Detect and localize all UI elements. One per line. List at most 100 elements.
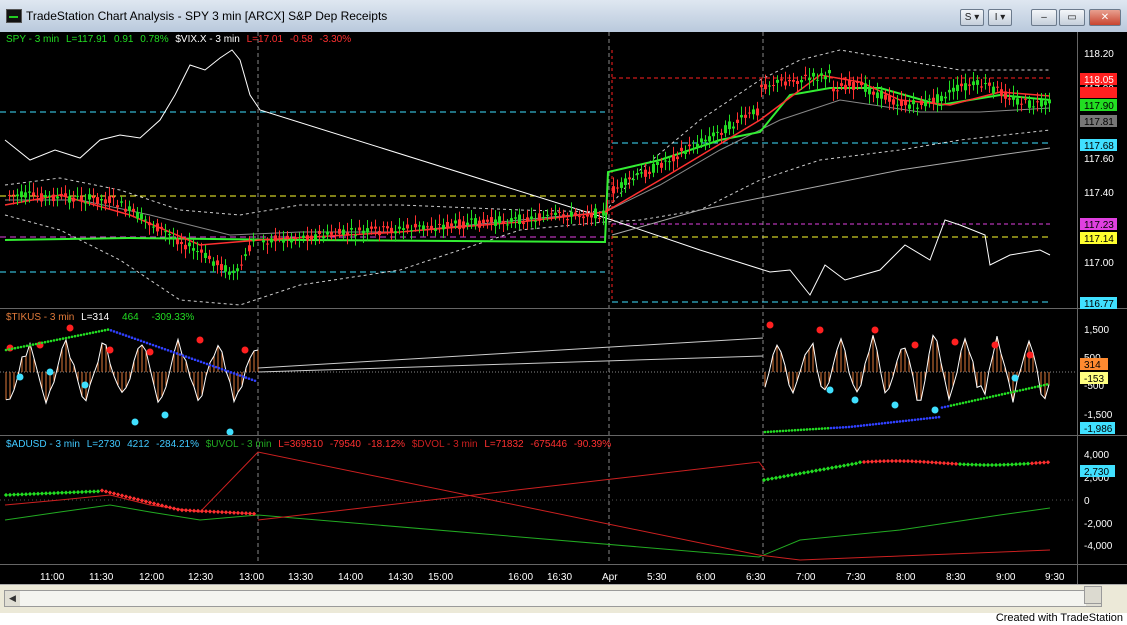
tick-ma-dot	[94, 330, 98, 334]
tick-ma-dot	[976, 398, 980, 401]
tick-ma-dot	[772, 430, 776, 433]
candle-body	[442, 224, 445, 230]
tick-ma-dot	[1033, 385, 1037, 389]
candle-body	[414, 223, 417, 228]
price-tag: 117.90	[1080, 99, 1117, 112]
candle-body	[410, 230, 413, 232]
tick-ma-dot	[883, 421, 887, 425]
tick-high-dot	[241, 346, 249, 354]
candle-body	[266, 243, 269, 245]
tick-ma-dot	[223, 368, 227, 372]
candle-body	[816, 79, 819, 81]
candle-body	[586, 214, 589, 217]
tick-ma-dot	[1015, 389, 1019, 393]
tick-ma-dot	[133, 337, 137, 341]
svg-text:117.14: 117.14	[1084, 234, 1114, 245]
time-label: 13:00	[239, 572, 264, 583]
candle-body	[80, 196, 83, 202]
legend-adusd-pct: -284.21%	[156, 439, 199, 450]
close-button[interactable]: ✕	[1089, 9, 1121, 26]
svg-text:-153: -153	[1084, 374, 1104, 385]
candle-body	[382, 226, 385, 228]
tick-low-dot	[826, 386, 834, 394]
time-label: 16:30	[547, 572, 572, 583]
candle-body	[1036, 101, 1039, 103]
candle-body	[104, 199, 107, 204]
candle-body	[844, 84, 847, 90]
legend-dvol-name: $DVOL - 3 min	[412, 439, 478, 450]
tradestation-app-icon	[6, 9, 22, 23]
tick-ma-dot	[817, 427, 821, 431]
scroll-left-arrow-icon[interactable]: ◀	[5, 591, 20, 606]
candle-body	[880, 90, 883, 99]
candle-body	[992, 86, 995, 94]
candle-body	[952, 87, 955, 92]
candle-body	[326, 231, 329, 235]
horizontal-scrollbar[interactable]: ◀ ▶	[4, 590, 1102, 607]
tick-axis-label: -1,500	[1084, 410, 1113, 421]
tick-ma-dot	[790, 429, 794, 432]
tick-ma-dot	[868, 423, 872, 427]
symbol-link-button[interactable]: S ▾	[960, 9, 984, 26]
svg-text:117.68: 117.68	[1084, 141, 1114, 152]
time-label: 12:00	[139, 572, 164, 583]
candle-body	[228, 271, 231, 275]
svg-text:117.81: 117.81	[1084, 117, 1114, 128]
time-axis[interactable]: 11:00 11:30 12:00 12:30 13:00 13:30 14:0…	[40, 572, 1065, 583]
candle-body	[298, 239, 301, 241]
time-label: 6:00	[696, 572, 716, 583]
candle-body	[904, 100, 907, 106]
candle-body	[590, 212, 593, 218]
candle-body	[454, 220, 457, 224]
tick-ma-dot	[154, 344, 158, 348]
tick-ma-dot	[193, 358, 197, 362]
tick-ma-dot	[82, 333, 86, 336]
title-bar[interactable]: TradeStation Chart Analysis - SPY 3 min …	[0, 0, 1127, 33]
tick-high-dot	[66, 324, 74, 332]
candle-body	[204, 252, 207, 258]
legend-uvol-last: L=369510	[278, 439, 323, 450]
candle-body	[832, 87, 835, 92]
tick-ma-dot	[964, 400, 968, 404]
candle-body	[760, 84, 763, 88]
candle-body	[462, 221, 465, 229]
candle-body	[156, 223, 159, 232]
minimize-button[interactable]: ‒	[1031, 9, 1057, 26]
candle-body	[56, 196, 59, 199]
tick-ma-dot	[118, 332, 122, 335]
candle-body	[386, 226, 389, 229]
candle-body	[240, 264, 243, 266]
candle-body	[438, 223, 441, 225]
legend-vix-change: -0.58	[290, 34, 313, 45]
tick-ma-dot	[802, 428, 806, 431]
candle-body	[278, 236, 281, 238]
indicator-link-button[interactable]: I ▾	[988, 9, 1012, 26]
tick-ma-dot	[784, 429, 788, 433]
tick-ma-dot	[157, 345, 161, 349]
chart-plot-area[interactable]: SPY - 3 min L=117.91 0.91 0.78% $VIX.X -…	[0, 32, 1127, 584]
price-tag: 116.77	[1080, 297, 1117, 310]
candle-body	[756, 108, 759, 116]
tick-ma-dot	[793, 428, 797, 432]
candle-body	[362, 230, 365, 234]
candle-body	[354, 235, 357, 237]
maximize-button[interactable]: ▭	[1059, 9, 1085, 26]
candle-body	[688, 144, 691, 147]
tick-tag: -153	[1080, 372, 1108, 385]
candle-body	[60, 193, 63, 195]
tick-ma-dot	[988, 395, 992, 399]
candle-body	[852, 82, 855, 90]
tick-ma-dot	[943, 405, 947, 409]
scroll-corner-box[interactable]	[1084, 586, 1102, 604]
tick-ma-dot	[136, 338, 140, 342]
tick-ma-dot	[79, 333, 83, 337]
tick-ma-dot	[970, 399, 974, 403]
candle-body	[248, 245, 251, 252]
candle-body	[772, 84, 775, 86]
tick-ma-dot	[64, 336, 68, 340]
candle-body	[168, 234, 171, 236]
candle-body	[784, 81, 787, 86]
candle-body	[184, 244, 187, 250]
tick-ma-dot	[1012, 390, 1016, 394]
candle-body	[406, 224, 409, 229]
